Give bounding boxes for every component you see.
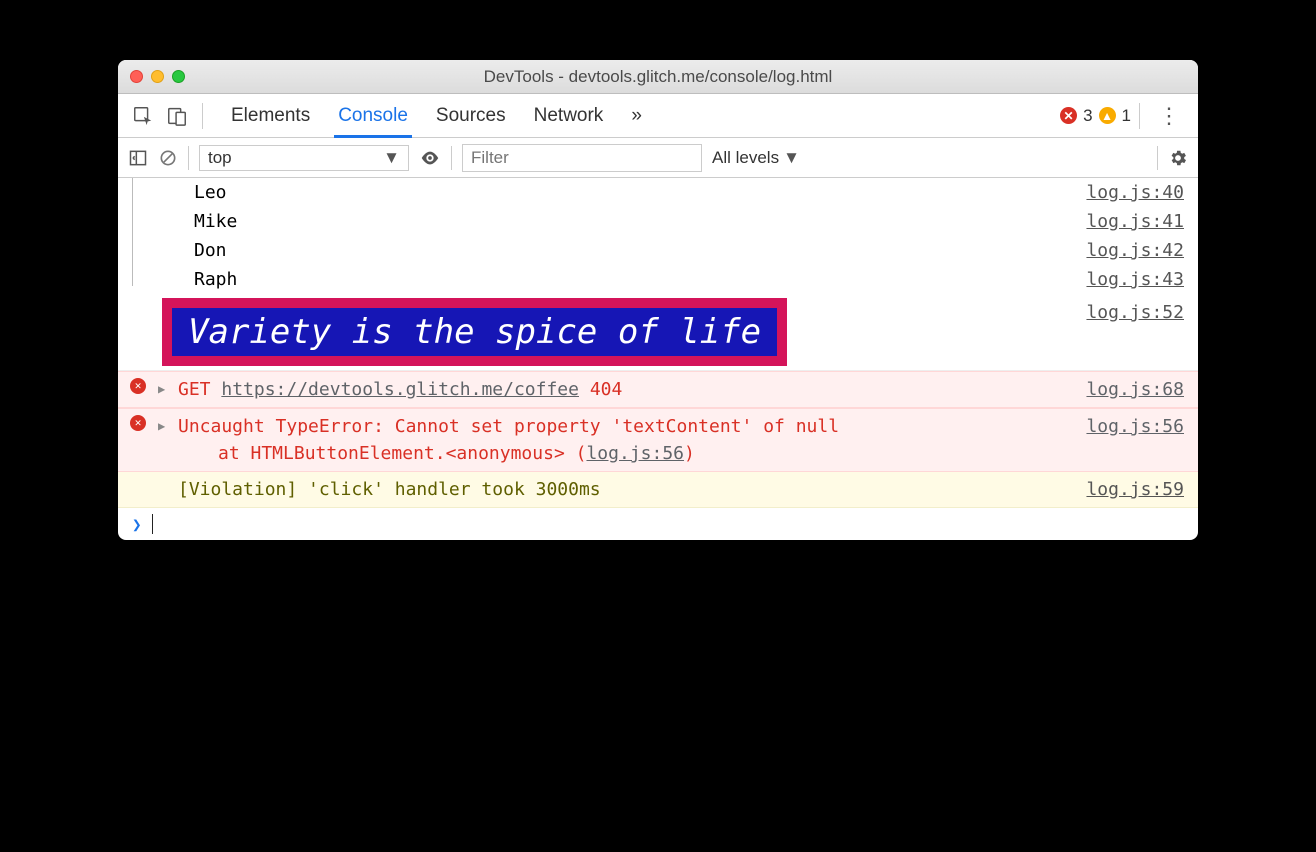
tab-network[interactable]: Network: [534, 94, 604, 137]
log-entry-violation[interactable]: [Violation] 'click' handler took 3000ms …: [118, 472, 1198, 508]
console-settings-icon[interactable]: [1168, 148, 1188, 168]
source-link[interactable]: log.js:43: [1086, 269, 1184, 290]
log-entry-error[interactable]: ✕ ▶ GET https://devtools.glitch.me/coffe…: [118, 371, 1198, 408]
error-message: Uncaught TypeError: Cannot set property …: [178, 413, 1086, 440]
panel-tabs: Elements Console Sources Network »: [231, 94, 642, 137]
console-prompt[interactable]: ❯: [118, 508, 1198, 540]
titlebar: DevTools - devtools.glitch.me/console/lo…: [118, 60, 1198, 94]
http-status: 404: [590, 379, 623, 400]
source-link[interactable]: log.js:41: [1086, 211, 1184, 232]
tree-connector: [132, 178, 133, 286]
source-link[interactable]: log.js:40: [1086, 182, 1184, 203]
source-link[interactable]: log.js:42: [1086, 240, 1184, 261]
log-entry[interactable]: Mike log.js:41: [142, 207, 1198, 236]
styled-log-box: Variety is the spice of life: [162, 298, 787, 366]
log-entry[interactable]: Raph log.js:43: [142, 265, 1198, 294]
log-text: Mike: [194, 211, 237, 232]
console-output: Leo log.js:40 Mike log.js:41 Don log.js:…: [118, 178, 1198, 540]
chevron-down-icon: ▼: [783, 148, 800, 168]
log-entry[interactable]: Leo log.js:40: [142, 178, 1198, 207]
source-link[interactable]: log.js:52: [1086, 298, 1184, 323]
window-controls: [130, 70, 185, 83]
source-link[interactable]: log.js:59: [1086, 476, 1184, 503]
clear-console-icon[interactable]: [158, 148, 178, 168]
levels-label: All levels: [712, 148, 779, 168]
tab-console[interactable]: Console: [338, 94, 408, 137]
source-link[interactable]: log.js:68: [1086, 376, 1184, 403]
stack-suffix: ): [684, 443, 695, 464]
styled-log-text: Variety is the spice of life: [172, 308, 777, 356]
separator: [451, 146, 452, 170]
zoom-window-button[interactable]: [172, 70, 185, 83]
prompt-chevron-icon: ❯: [132, 515, 142, 534]
error-badge-icon: ✕: [1060, 107, 1077, 124]
toggle-sidebar-icon[interactable]: [128, 148, 148, 168]
separator: [1157, 146, 1158, 170]
log-text: Raph: [194, 269, 237, 290]
tab-overflow[interactable]: »: [631, 94, 642, 137]
stack-link[interactable]: log.js:56: [586, 443, 684, 464]
http-method: GET: [178, 379, 211, 400]
more-options-icon[interactable]: ⋮: [1150, 103, 1188, 129]
stack-prefix: at HTMLButtonElement.<anonymous> (: [218, 443, 586, 464]
request-url[interactable]: https://devtools.glitch.me/coffee: [221, 379, 579, 400]
warning-badge-icon: ▲: [1099, 107, 1116, 124]
expand-arrow-icon[interactable]: ▶: [158, 413, 178, 435]
error-count: 3: [1083, 106, 1092, 126]
log-entry[interactable]: Don log.js:42: [142, 236, 1198, 265]
tab-elements[interactable]: Elements: [231, 94, 310, 137]
minimize-window-button[interactable]: [151, 70, 164, 83]
log-entry-error[interactable]: ✕ ▶ Uncaught TypeError: Cannot set prope…: [118, 408, 1198, 472]
context-value: top: [208, 148, 232, 168]
log-entry-styled[interactable]: Variety is the spice of life log.js:52: [118, 294, 1198, 371]
filter-input[interactable]: [462, 144, 702, 172]
chevron-down-icon: ▼: [383, 148, 400, 168]
inspect-element-icon[interactable]: [128, 101, 158, 131]
separator: [188, 146, 189, 170]
close-window-button[interactable]: [130, 70, 143, 83]
separator: [202, 103, 203, 129]
expand-arrow-icon[interactable]: ▶: [158, 376, 178, 398]
issue-counts[interactable]: ✕ 3 ▲ 1: [1060, 103, 1140, 129]
log-levels-selector[interactable]: All levels ▼: [712, 148, 800, 168]
context-selector[interactable]: top ▼: [199, 145, 409, 171]
violation-text: [Violation] 'click' handler took 3000ms: [178, 476, 1086, 503]
log-text: Don: [194, 240, 227, 261]
source-link[interactable]: log.js:56: [1086, 413, 1184, 440]
tab-sources[interactable]: Sources: [436, 94, 506, 137]
console-toolbar: top ▼ All levels ▼: [118, 138, 1198, 178]
log-group: Leo log.js:40 Mike log.js:41 Don log.js:…: [118, 178, 1198, 294]
device-toolbar-icon[interactable]: [162, 101, 192, 131]
live-expression-icon[interactable]: [419, 147, 441, 169]
panel-tabbar: Elements Console Sources Network » ✕ 3 ▲…: [118, 94, 1198, 138]
window-title: DevTools - devtools.glitch.me/console/lo…: [130, 67, 1186, 87]
warning-count: 1: [1122, 106, 1131, 126]
error-icon: ✕: [130, 415, 146, 431]
log-text: Leo: [194, 182, 227, 203]
input-caret: [152, 514, 153, 534]
error-icon: ✕: [130, 378, 146, 394]
devtools-window: DevTools - devtools.glitch.me/console/lo…: [118, 60, 1198, 540]
